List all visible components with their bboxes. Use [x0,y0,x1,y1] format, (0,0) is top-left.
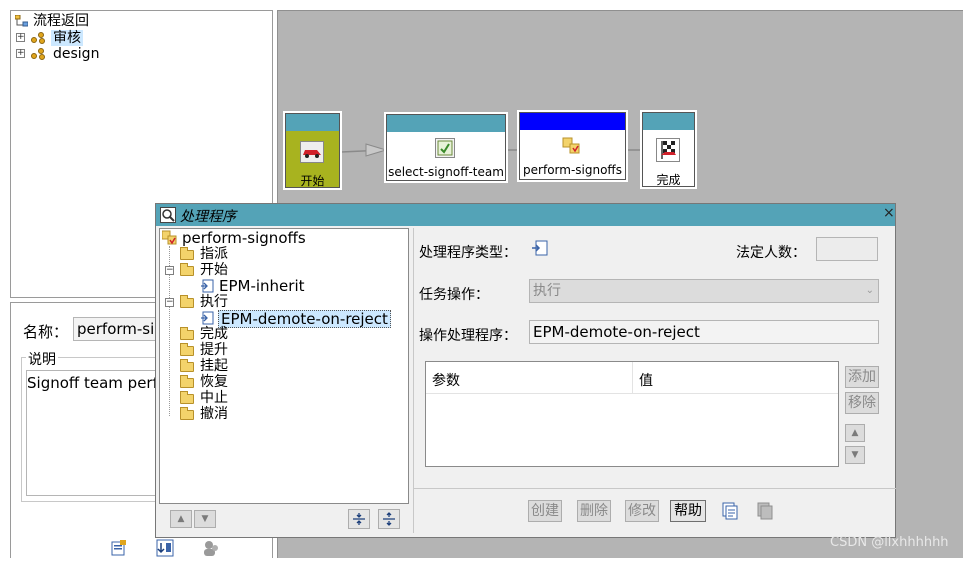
chevron-down-icon: ⌄ [865,285,874,296]
copy-icon[interactable] [721,502,739,520]
arrow-down-button[interactable]: ▼ [845,446,865,464]
handler-tree-item-label: 提升 [200,342,228,358]
perform-signoffs-icon [562,136,582,156]
handler-icon [200,279,214,293]
folder-open-icon [180,263,194,276]
help-button[interactable]: 帮助 [670,500,706,522]
expand-all-button[interactable] [348,509,370,529]
handler-dialog: 处理程序 × perform-signoffs 指派 − 开始 EPM-inhe… [155,203,896,538]
handler-tree-item-label: 恢复 [200,374,228,390]
handler-tree-item-label: 中止 [200,390,228,406]
description-label: 说明 [26,349,58,369]
move-up-button[interactable]: ▲ [170,510,192,528]
node-header [387,115,505,132]
handler-tree-root-label: perform-signoffs [182,229,306,247]
handler-tree[interactable]: perform-signoffs 指派 − 开始 EPM-inherit − 执… [159,228,409,504]
tree-root-icon [14,14,29,27]
handler-tree-item-label: 开始 [200,262,228,278]
node-header-selected [520,113,625,130]
handler-icon [200,311,214,325]
dialog-title: 处理程序 [180,209,236,225]
delete-button[interactable]: 删除 [577,500,611,522]
column-separator [632,362,633,394]
folder-open-icon [180,295,194,308]
signoff-profiles-icon[interactable] [202,539,220,557]
remove-button[interactable]: 移除 [845,392,879,414]
handler-tree-item-label: 撤消 [200,406,228,422]
dialog-app-icon [160,207,176,223]
modify-button[interactable]: 修改 [625,500,659,522]
handler-type-icon[interactable] [531,239,551,259]
handler-tree-item-label: 指派 [200,246,228,262]
handlers-icon[interactable] [156,539,174,557]
argument-table[interactable]: 参数 值 [425,361,839,467]
dialog-titlebar[interactable]: 处理程序 × [156,204,895,226]
watermark: CSDN @llxhhhhhh [830,535,949,550]
folder-icon [180,375,194,388]
node-label: 完成 [656,173,681,187]
close-icon[interactable]: × [883,205,895,221]
quorum-label: 法定人数： [736,245,806,261]
folder-icon [180,327,194,340]
tree-item-label: design [53,46,100,62]
collapse-all-button[interactable] [378,509,400,529]
column-header-argument[interactable]: 参数 [432,370,460,390]
folder-icon [180,343,194,356]
arrow-up-button[interactable]: ▲ [845,424,865,442]
handler-tree-item-label: EPM-inherit [219,277,305,295]
workflow-node-finish[interactable]: 完成 [642,112,695,187]
folder-icon [180,359,194,372]
workflow-node-perform-signoffs[interactable]: perform-signoffs [519,112,626,180]
column-header-value[interactable]: 值 [639,370,653,390]
action-handler-label: 操作处理程序： [419,328,517,344]
workflow-node-select-signoff-team[interactable]: select-signoff-team [386,114,506,181]
button-bar-divider [414,488,896,489]
expand-icon[interactable]: + [16,49,25,58]
handler-tree-item-label: 执行 [200,294,228,310]
handler-type-label: 处理程序类型： [419,245,517,261]
folder-icon [180,407,194,420]
workflow-connectors [340,143,640,157]
name-label: 名称： [23,323,69,341]
group-icon [31,32,47,45]
folder-icon [180,391,194,404]
select-team-icon [435,138,455,158]
move-down-button[interactable]: ▼ [194,510,216,528]
handler-tree-item-label-selected: EPM-demote-on-reject [218,310,391,328]
add-button[interactable]: 添加 [845,366,879,388]
node-label: select-signoff-team [388,165,504,179]
collapse-icon[interactable]: − [165,266,174,275]
expand-icon[interactable]: + [16,33,25,42]
paste-icon[interactable] [756,502,774,520]
handler-tree-item-label: 挂起 [200,358,228,374]
tree-item-label: 审核 [51,30,83,46]
folder-icon [180,247,194,260]
node-header [286,114,339,131]
workflow-node-start[interactable]: 开始 [285,113,340,188]
action-handler-field[interactable]: EPM-demote-on-reject [529,320,879,344]
collapse-icon[interactable]: − [165,298,174,307]
edit-properties-icon[interactable] [110,539,128,557]
node-header [643,113,694,130]
task-action-label: 任务操作： [419,287,489,303]
task-action-value: 执行 [533,283,561,299]
node-label: 开始 [300,174,325,188]
tree-root-label: 流程返回 [33,13,89,29]
car-icon [300,141,324,163]
checkered-flag-icon [656,138,680,162]
handler-tree-item-label: 完成 [200,326,228,342]
node-label: perform-signoffs [523,163,622,177]
quorum-input[interactable] [816,237,878,261]
argument-table-header: 参数 值 [426,362,838,394]
create-button[interactable]: 创建 [528,500,562,522]
task-action-select[interactable]: 执行 ⌄ [529,279,879,303]
perform-signoffs-icon [161,230,178,246]
group-icon [31,48,47,61]
